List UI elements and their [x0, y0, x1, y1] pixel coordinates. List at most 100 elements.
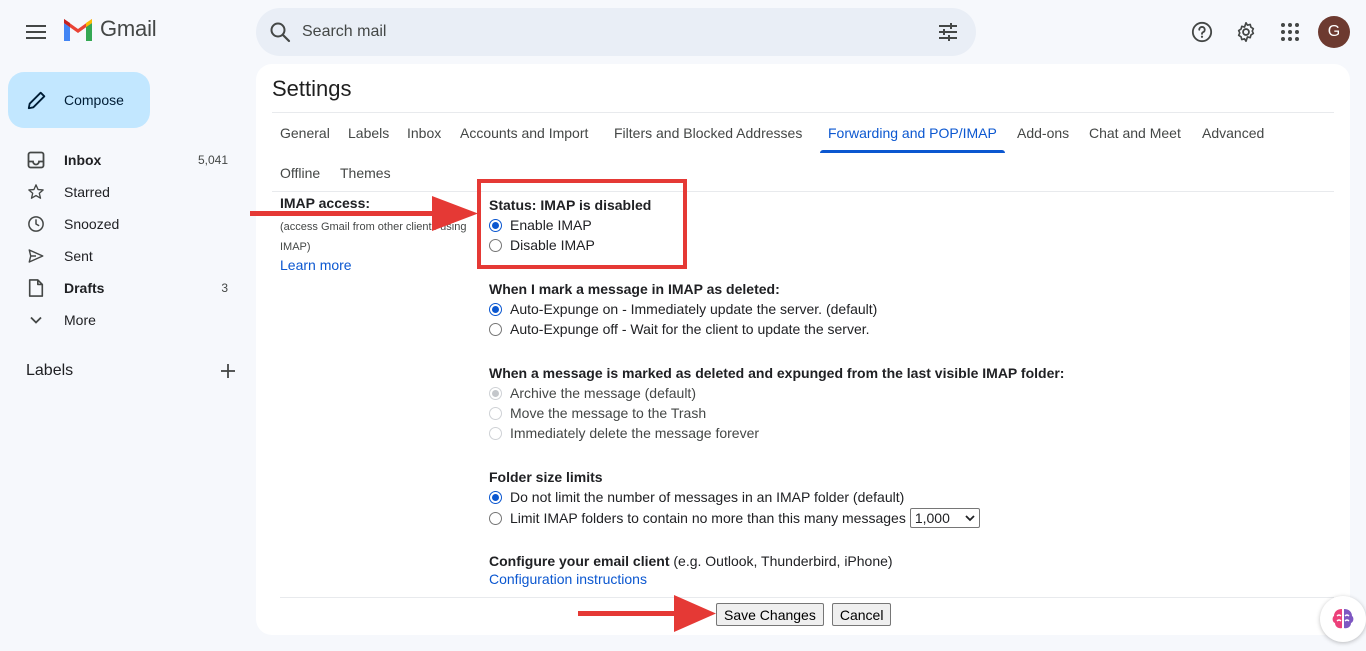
inbox-count: 5,041 — [197, 153, 228, 167]
delete-forever-option: Immediately delete the message forever — [489, 423, 1309, 443]
folder-limit-select[interactable]: 1,000 — [909, 508, 980, 528]
auto-expunge-on-option[interactable]: Auto-Expunge on - Immediately update the… — [489, 299, 1309, 319]
delete-forever-radio — [489, 426, 502, 440]
apps-grid-icon — [1281, 23, 1299, 41]
delete-forever-label: Immediately delete the message forever — [510, 425, 760, 441]
account-avatar[interactable]: G — [1318, 16, 1350, 48]
no-limit-option[interactable]: Do not limit the number of messages in a… — [489, 487, 1309, 507]
form-actions: Save Changes Cancel — [716, 603, 892, 626]
no-limit-radio[interactable] — [489, 490, 502, 504]
learn-more-link[interactable]: Learn more — [280, 257, 495, 273]
tab-accounts-and-import[interactable]: Accounts and Import — [452, 113, 596, 153]
limit-folders-radio[interactable] — [489, 511, 502, 525]
move-to-trash-label: Move the message to the Trash — [510, 405, 707, 421]
limit-folders-label: Limit IMAP folders to contain no more th… — [510, 510, 906, 526]
page-title: Settings — [272, 76, 352, 101]
settings-panel: Settings General Labels Inbox Accounts a… — [256, 64, 1350, 635]
move-to-trash-radio — [489, 406, 502, 420]
configure-client-title: Configure your email client — [489, 553, 670, 569]
tab-inbox[interactable]: Inbox — [399, 113, 449, 153]
imap-description-line-2: IMAP) — [280, 241, 311, 253]
sidebar-item-label: Sent — [64, 248, 93, 264]
sidebar-item-label: Inbox — [64, 152, 102, 168]
gmail-m-icon — [64, 19, 92, 41]
sidebar-item-label: Drafts — [64, 280, 105, 296]
compose-button[interactable]: Compose — [8, 72, 150, 128]
assistant-floating-button[interactable] — [1320, 596, 1366, 642]
brain-icon — [1332, 609, 1354, 629]
top-bar: Gmail G — [0, 0, 1366, 64]
auto-expunge-on-radio[interactable] — [489, 302, 502, 316]
tab-row-1: General Labels Inbox Accounts and Import… — [272, 113, 1272, 153]
star-icon — [26, 182, 46, 202]
tab-row-2: Offline Themes — [272, 153, 1272, 193]
annotation-highlight-box — [477, 179, 687, 269]
tab-advanced[interactable]: Advanced — [1194, 113, 1272, 153]
main-menu-button[interactable] — [16, 12, 56, 52]
sidebar-item-snoozed[interactable]: Snoozed — [0, 208, 256, 240]
sidebar-item-starred[interactable]: Starred — [0, 176, 256, 208]
configure-client-row: Configure your email client (e.g. Outloo… — [489, 551, 1309, 571]
limit-folders-option[interactable]: Limit IMAP folders to contain no more th… — [489, 507, 1309, 529]
sidebar-nav: Inbox 5,041 Starred Snoozed Sent Drafts … — [0, 144, 256, 336]
drafts-count: 3 — [221, 281, 228, 295]
pencil-icon — [27, 91, 46, 110]
configure-client-examples: (e.g. Outlook, Thunderbird, iPhone) — [673, 553, 893, 569]
send-icon — [26, 246, 46, 266]
auto-expunge-on-label: Auto-Expunge on - Immediately update the… — [510, 301, 878, 317]
sidebar-item-more[interactable]: More — [0, 304, 256, 336]
search-bar[interactable] — [256, 8, 976, 56]
divider — [272, 191, 1334, 192]
compose-label: Compose — [64, 92, 124, 108]
gmail-logo[interactable]: Gmail — [62, 16, 157, 42]
sidebar-item-label: More — [64, 312, 96, 328]
chevron-down-icon — [965, 515, 975, 522]
sidebar-item-label: Snoozed — [64, 216, 120, 232]
tab-labels[interactable]: Labels — [340, 113, 397, 153]
auto-expunge-off-label: Auto-Expunge off - Wait for the client t… — [510, 321, 870, 337]
add-label-icon[interactable] — [220, 363, 236, 379]
tab-chat-and-meet[interactable]: Chat and Meet — [1081, 113, 1189, 153]
auto-expunge-off-radio[interactable] — [489, 322, 502, 336]
inbox-icon — [26, 150, 46, 170]
settings-button[interactable] — [1226, 12, 1266, 52]
hamburger-menu-icon — [26, 25, 46, 39]
archive-message-option: Archive the message (default) — [489, 383, 1309, 403]
archive-message-radio — [489, 386, 502, 400]
tab-filters-and-blocked-addresses[interactable]: Filters and Blocked Addresses — [606, 113, 810, 153]
support-button[interactable] — [1182, 12, 1222, 52]
search-options-icon[interactable] — [936, 20, 960, 44]
annotation-arrow-save — [578, 595, 716, 632]
save-changes-button[interactable]: Save Changes — [716, 603, 824, 626]
folder-limit-value: 1,000 — [914, 510, 950, 526]
configuration-instructions-link[interactable]: Configuration instructions — [489, 571, 1309, 587]
gear-icon — [1237, 22, 1255, 42]
draft-icon — [26, 278, 46, 298]
sidebar-item-inbox[interactable]: Inbox 5,041 — [0, 144, 256, 176]
labels-section-header: Labels — [26, 362, 236, 380]
annotation-arrow-imap — [250, 196, 478, 231]
help-icon — [1191, 21, 1213, 43]
tab-themes[interactable]: Themes — [332, 153, 399, 193]
archive-message-label: Archive the message (default) — [510, 385, 696, 401]
sidebar-item-sent[interactable]: Sent — [0, 240, 256, 272]
folder-size-title: Folder size limits — [489, 469, 603, 485]
tab-add-ons[interactable]: Add-ons — [1009, 113, 1077, 153]
tab-offline[interactable]: Offline — [272, 153, 328, 193]
expunged-section-title: When a message is marked as deleted and … — [489, 365, 1065, 381]
search-icon[interactable] — [268, 20, 292, 44]
apps-button[interactable] — [1270, 12, 1310, 52]
app-name: Gmail — [100, 16, 157, 41]
sidebar-item-label: Starred — [64, 184, 110, 200]
auto-expunge-off-option[interactable]: Auto-Expunge off - Wait for the client t… — [489, 319, 1309, 339]
tab-forwarding-and-pop-imap[interactable]: Forwarding and POP/IMAP — [820, 113, 1005, 153]
cancel-button[interactable]: Cancel — [831, 603, 892, 626]
tab-general[interactable]: General — [272, 113, 338, 153]
labels-heading: Labels — [26, 362, 74, 379]
clock-icon — [26, 214, 46, 234]
search-input[interactable] — [300, 18, 900, 46]
sidebar-item-drafts[interactable]: Drafts 3 — [0, 272, 256, 304]
divider — [280, 597, 1334, 598]
move-to-trash-option: Move the message to the Trash — [489, 403, 1309, 423]
deleted-section-title: When I mark a message in IMAP as deleted… — [489, 281, 780, 297]
